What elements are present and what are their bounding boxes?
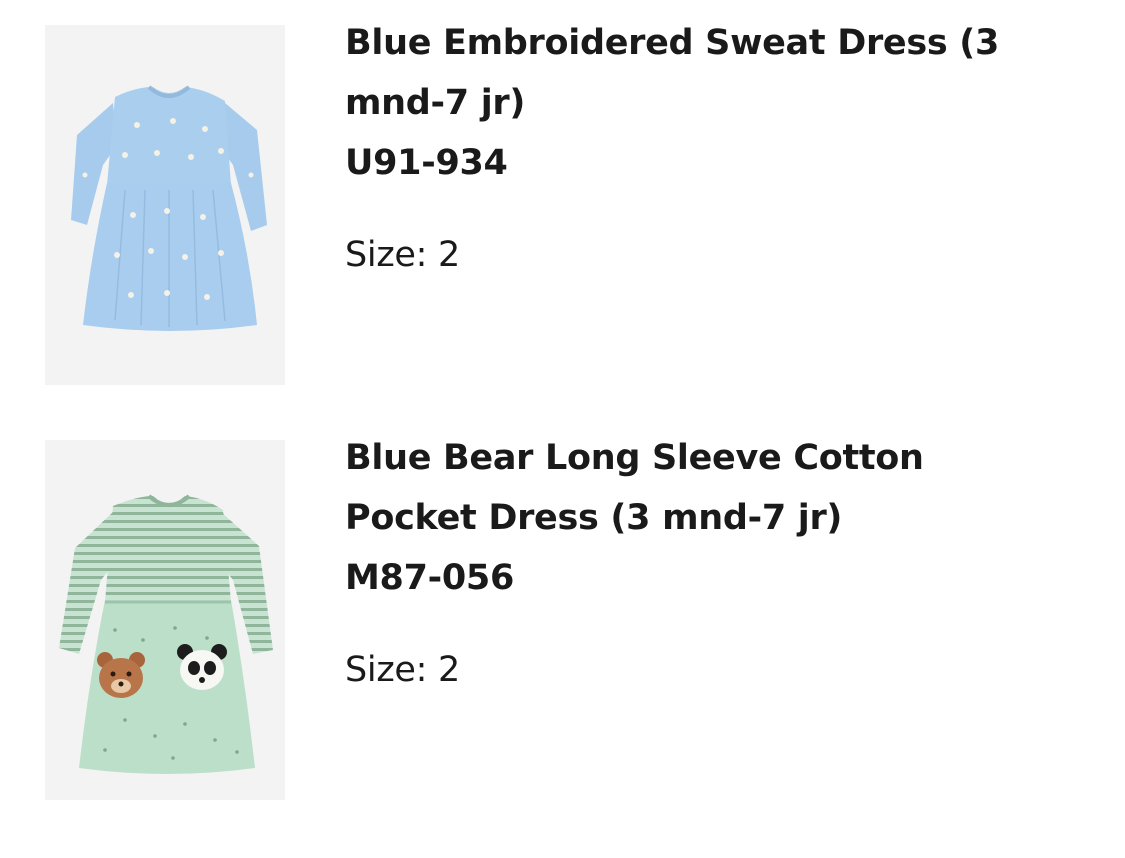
product-title[interactable]: Blue Bear Long Sleeve Cotton Pocket Dres… <box>345 428 1045 548</box>
product-size: Size: 2 <box>345 235 460 275</box>
product-code: M87-056 <box>345 558 515 598</box>
product-size: Size: 2 <box>345 650 460 690</box>
blue-dress-icon <box>45 25 285 385</box>
order-item: Blue Bear Long Sleeve Cotton Pocket Dres… <box>0 438 1125 800</box>
green-bear-dress-icon <box>45 440 285 800</box>
product-image[interactable] <box>45 440 285 800</box>
product-title[interactable]: Blue Embroidered Sweat Dress (3 mnd-7 jr… <box>345 13 1045 133</box>
order-item: Blue Embroidered Sweat Dress (3 mnd-7 jr… <box>0 23 1125 385</box>
product-info: Blue Embroidered Sweat Dress (3 mnd-7 jr… <box>345 23 1045 280</box>
product-code: U91-934 <box>345 143 508 183</box>
product-image[interactable] <box>45 25 285 385</box>
product-info: Blue Bear Long Sleeve Cotton Pocket Dres… <box>345 438 1045 695</box>
